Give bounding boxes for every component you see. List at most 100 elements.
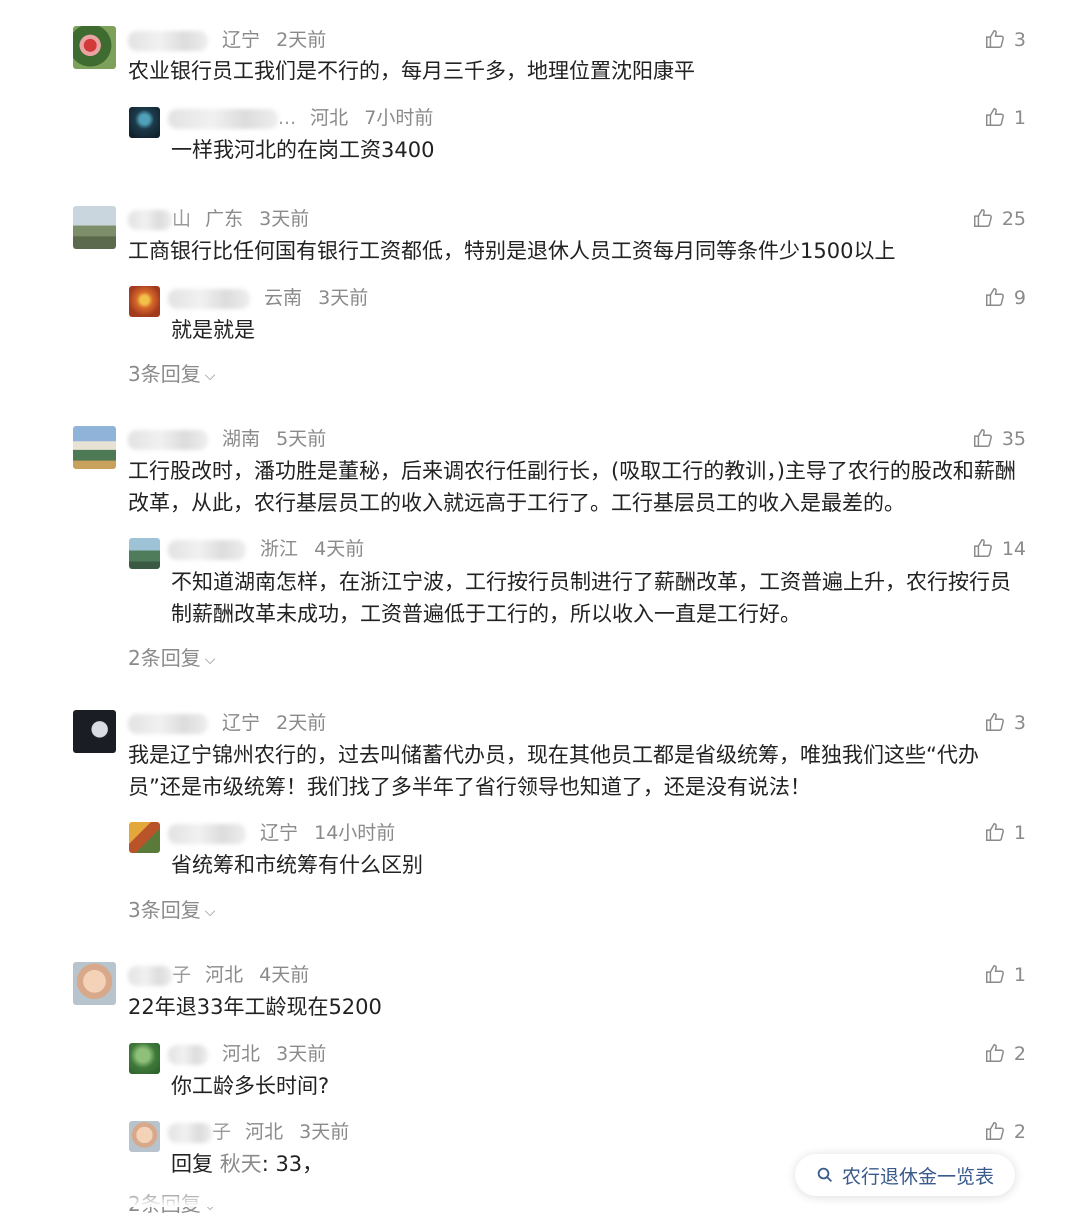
reply-meta: 浙江 4天前	[168, 534, 364, 564]
comment-text: 工行股改时，潘功胜是董秘，后来调农行任副行长，(吸取工行的教训，)主导了农行的股…	[128, 459, 1016, 515]
location: 河北	[222, 1043, 261, 1065]
reply-body: : 33，	[261, 1152, 324, 1176]
thumbs-up-icon	[985, 108, 1004, 126]
reply-meta: 河北 3天前	[168, 1039, 326, 1069]
like-count: 14	[1001, 538, 1026, 560]
avatar[interactable]	[73, 426, 116, 469]
like-count: 9	[1013, 287, 1026, 309]
related-search-label: 农行退休金一览表	[841, 1165, 994, 1188]
timestamp: 4天前	[314, 538, 365, 560]
chevron-down-icon: ⌵	[204, 904, 216, 920]
avatar[interactable]	[73, 206, 116, 249]
timestamp: 3天前	[276, 1043, 327, 1065]
like-count: 3	[1013, 29, 1026, 51]
comment-meta: 辽宁 2天前	[128, 708, 326, 738]
like-button[interactable]: 1	[984, 103, 1026, 133]
like-count: 1	[1013, 964, 1026, 986]
username-tail: 子	[212, 1121, 232, 1143]
username-blurred[interactable]	[168, 288, 250, 309]
like-button[interactable]: 2	[984, 1117, 1026, 1147]
timestamp: 3天前	[318, 287, 369, 309]
like-button[interactable]: 2	[984, 1039, 1026, 1069]
comment-text: 农业银行员工我们是不行的，每月三千多，地理位置沈阳康平	[128, 59, 695, 83]
like-button[interactable]: 14	[972, 534, 1026, 564]
timestamp: 4天前	[259, 964, 310, 986]
avatar[interactable]	[129, 538, 160, 569]
location: 辽宁	[222, 712, 261, 734]
thumbs-up-icon	[985, 965, 1004, 983]
view-replies-link[interactable]: 2条回复⌵	[128, 643, 215, 676]
reply-prefix: 回复	[171, 1152, 213, 1176]
like-button[interactable]: 1	[984, 960, 1026, 990]
timestamp: 3天前	[259, 208, 310, 230]
avatar[interactable]	[73, 710, 116, 753]
timestamp: 7小时前	[364, 107, 434, 129]
username-blurred[interactable]	[168, 539, 246, 560]
replies-count-label: 3条回复	[128, 898, 201, 922]
location: 辽宁	[260, 822, 299, 844]
reply-meta: 辽宁 14小时前	[168, 818, 395, 848]
like-count: 1	[1013, 107, 1026, 129]
location: 辽宁	[222, 29, 261, 51]
reply-text: 你工龄多长时间?	[171, 1074, 330, 1098]
related-search-button[interactable]: 农行退休金一览表	[795, 1154, 1015, 1196]
avatar[interactable]	[129, 107, 160, 138]
chevron-down-icon: ⌵	[204, 368, 216, 384]
username-blurred[interactable]	[128, 30, 208, 51]
like-button[interactable]: 3	[984, 708, 1026, 738]
view-replies-link[interactable]: 3条回复 ⌵	[128, 895, 215, 928]
timestamp: 2天前	[276, 29, 327, 51]
thumbs-up-icon	[973, 429, 992, 447]
location: 河北	[205, 964, 244, 986]
reply-meta: 子 河北 3天前	[168, 1117, 349, 1147]
username-blurred[interactable]	[128, 713, 208, 734]
search-icon	[817, 1167, 832, 1183]
like-button[interactable]: 3	[984, 25, 1026, 55]
username-blurred[interactable]	[168, 823, 246, 844]
like-count: 35	[1001, 428, 1026, 450]
like-count: 3	[1013, 712, 1026, 734]
avatar[interactable]	[73, 962, 116, 1005]
thumbs-up-icon	[985, 288, 1004, 306]
like-count: 2	[1013, 1121, 1026, 1143]
username-blurred[interactable]	[128, 209, 172, 230]
reply-meta: ... 河北 7小时前	[168, 103, 433, 133]
username-blurred[interactable]	[168, 108, 278, 129]
like-button[interactable]: 9	[984, 283, 1026, 313]
like-button[interactable]: 1	[984, 818, 1026, 848]
chevron-down-icon: ⌵	[204, 652, 216, 668]
avatar[interactable]	[129, 286, 160, 317]
comment-meta: 湖南 5天前	[128, 424, 326, 454]
like-button[interactable]: 25	[972, 204, 1026, 234]
username-blurred[interactable]	[168, 1044, 208, 1065]
reply-text: 一样我河北的在岗工资3400	[171, 138, 435, 162]
username-tail: 子	[172, 964, 192, 986]
avatar[interactable]	[129, 1043, 160, 1074]
timestamp: 5天前	[276, 428, 327, 450]
thumbs-up-icon	[985, 1122, 1004, 1140]
avatar[interactable]	[129, 1121, 160, 1152]
username-blurred[interactable]	[168, 1122, 212, 1143]
location: 云南	[264, 287, 303, 309]
comment-meta: 辽宁 2天前	[128, 25, 326, 55]
username-blurred[interactable]	[128, 965, 172, 986]
avatar[interactable]	[73, 26, 116, 69]
replies-count-label: 3条回复	[128, 362, 201, 386]
thumbs-up-icon	[985, 1044, 1004, 1062]
like-count: 2	[1013, 1043, 1026, 1065]
thumbs-up-icon	[985, 823, 1004, 841]
view-replies-link[interactable]: 3条回复 ⌵	[128, 359, 215, 392]
reply-meta: 云南 3天前	[168, 283, 368, 313]
username-blurred[interactable]	[128, 429, 208, 450]
avatar[interactable]	[129, 822, 160, 853]
comment-text: 22年退33年工龄现在5200	[128, 995, 382, 1019]
location: 广东	[205, 208, 244, 230]
reply-to-user[interactable]: 秋天	[220, 1152, 262, 1176]
comment-meta: 山 广东 3天前	[128, 204, 309, 234]
username-tail: 山	[172, 208, 192, 230]
timestamp: 2天前	[276, 712, 327, 734]
reply-text: 就是就是	[171, 318, 255, 342]
like-button[interactable]: 35	[972, 424, 1026, 454]
location: 浙江	[260, 538, 299, 560]
thumbs-up-icon	[985, 30, 1004, 48]
